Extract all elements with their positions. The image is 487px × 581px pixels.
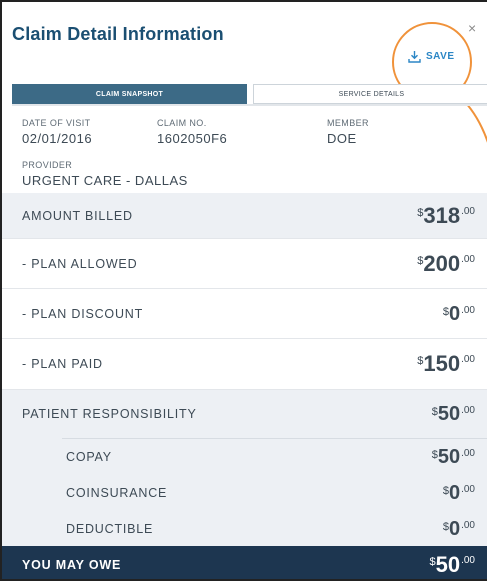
save-button[interactable]: SAVE [408,50,455,63]
date-of-visit-label: DATE OF VISIT [22,118,91,128]
provider-label: PROVIDER [22,160,73,170]
date-of-visit-value: 02/01/2016 [22,131,93,146]
amount-cents: .00 [461,253,475,265]
tab-claim-snapshot[interactable]: CLAIM SNAPSHOT [12,84,247,104]
you-may-owe-row: YOU MAY OWE $50.00 [2,546,487,579]
panel-title: Claim Detail Information [12,24,224,44]
deductible-label: DEDUCTIBLE [66,521,154,536]
amount-whole: 318 [423,202,461,228]
claim-no-value: 1602050F6 [157,131,228,146]
amount-cents: .00 [461,354,475,365]
plan-paid-label: - PLAN PAID [22,357,103,371]
amount-whole: 0 [448,482,461,504]
tab-divider [12,104,487,106]
plan-discount-label: - PLAN DISCOUNT [22,306,144,321]
tab-service-details[interactable]: SERVICE DETAILS [253,84,487,104]
copay-label: COPAY [66,450,112,464]
amount-whole: 50 [437,446,461,468]
copay-row: COPAY $50.00 [2,439,487,475]
you-may-owe-value: $50.00 [429,551,475,577]
coinsurance-value: $0.00 [443,483,475,503]
plan-paid-row: - PLAN PAID $150.00 [2,339,487,390]
amount-cents: .00 [461,448,475,459]
amount-whole: 50 [435,551,461,577]
patient-responsibility-row: PATIENT RESPONSIBILITY $50.00 [2,390,487,438]
deductible-row: DEDUCTIBLE $0.00 [2,511,487,546]
patient-responsibility-value: $50.00 [432,404,475,424]
plan-allowed-value: $200.00 [417,250,475,276]
plan-paid-value: $150.00 [417,353,475,375]
save-label: SAVE [426,51,455,62]
patient-responsibility-label: PATIENT RESPONSIBILITY [22,407,197,421]
member-value: DOE [327,131,357,146]
amount-whole: 150 [423,351,461,376]
deductible-value: $0.00 [443,519,475,539]
plan-discount-value: $0.00 [443,304,475,324]
plan-allowed-label: - PLAN ALLOWED [22,256,138,271]
amount-cents: .00 [461,205,475,217]
amount-whole: 0 [448,302,461,325]
amount-cents: .00 [461,405,475,416]
amount-cents: .00 [461,519,475,531]
coinsurance-label: COINSURANCE [66,486,168,500]
you-may-owe-label: YOU MAY OWE [22,557,122,572]
amount-whole: 200 [423,250,461,276]
amount-cents: .00 [461,304,475,316]
amount-billed-row: AMOUNT BILLED $318.00 [2,193,487,239]
plan-discount-row: - PLAN DISCOUNT $0.00 [2,289,487,339]
amount-whole: 0 [448,517,461,540]
coinsurance-row: COINSURANCE $0.00 [2,475,487,511]
close-icon[interactable]: × [468,20,476,36]
download-tray-icon [408,51,421,63]
amount-cents: .00 [461,554,475,566]
plan-allowed-row: - PLAN ALLOWED $200.00 [2,239,487,289]
amount-cents: .00 [461,484,475,495]
copay-value: $50.00 [432,447,475,467]
amount-billed-value: $318.00 [417,202,475,228]
amount-whole: 50 [437,403,461,425]
claim-no-label: CLAIM NO. [157,118,207,128]
tab-bar: CLAIM SNAPSHOT SERVICE DETAILS [12,84,487,104]
claim-detail-panel: Claim Detail Information × SAVE CLAIM SN… [0,0,487,581]
amount-billed-label: AMOUNT BILLED [22,208,133,223]
provider-value: URGENT CARE - DALLAS [22,173,188,188]
member-label: MEMBER [327,118,369,128]
